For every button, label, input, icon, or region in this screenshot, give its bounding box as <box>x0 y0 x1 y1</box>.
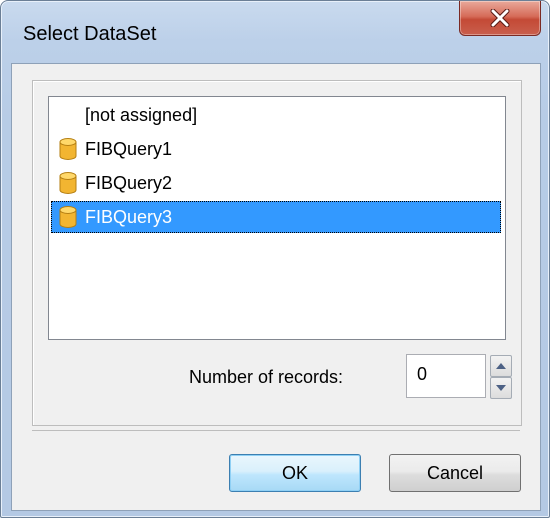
list-item-not-assigned[interactable]: [not assigned] <box>51 99 501 131</box>
dialog-window: Select DataSet [not assigned] FIBQuery1 … <box>0 0 550 518</box>
list-item-label: FIBQuery2 <box>85 172 173 193</box>
close-button[interactable] <box>459 1 541 36</box>
selection-group: [not assigned] FIBQuery1 FIBQuery2 FIBQu… <box>32 80 522 426</box>
database-icon <box>51 167 85 199</box>
records-spinner <box>490 354 512 399</box>
ok-button[interactable]: OK <box>229 454 361 492</box>
list-item-fibquery3[interactable]: FIBQuery3 <box>51 201 501 233</box>
database-icon <box>51 133 85 165</box>
dataset-listbox[interactable]: [not assigned] FIBQuery1 FIBQuery2 FIBQu… <box>48 96 506 340</box>
close-icon <box>490 9 510 27</box>
arrow-down-icon <box>496 385 506 391</box>
list-item-fibquery1[interactable]: FIBQuery1 <box>51 133 501 165</box>
cancel-button[interactable]: Cancel <box>389 454 521 492</box>
list-item-label: [not assigned] <box>85 104 198 125</box>
records-label: Number of records: <box>189 367 344 387</box>
window-title: Select DataSet <box>23 23 157 45</box>
spin-down-button[interactable] <box>490 377 512 399</box>
list-item-fibquery2[interactable]: FIBQuery2 <box>51 167 501 199</box>
database-icon <box>51 201 85 233</box>
dialog-body: [not assigned] FIBQuery1 FIBQuery2 FIBQu… <box>11 63 541 511</box>
records-input[interactable]: 0 <box>406 354 486 398</box>
spin-up-button[interactable] <box>490 355 512 377</box>
arrow-up-icon <box>496 363 506 369</box>
list-item-label: FIBQuery3 <box>85 206 173 227</box>
list-item-label: FIBQuery1 <box>85 138 173 159</box>
